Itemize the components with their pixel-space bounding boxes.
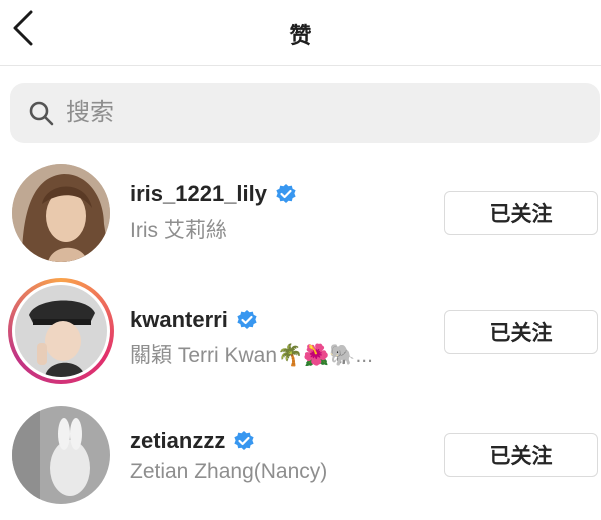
following-button[interactable]: 已关注 bbox=[444, 310, 598, 354]
top-bar: 赞 bbox=[0, 0, 601, 66]
page-title: 赞 bbox=[289, 23, 312, 48]
avatar[interactable] bbox=[12, 406, 110, 504]
verified-badge-icon bbox=[236, 309, 258, 331]
username[interactable]: iris_1221_lily bbox=[130, 181, 297, 207]
following-button[interactable]: 已关注 bbox=[444, 433, 598, 477]
list-item[interactable]: zetianzzz Zetian Zhang(Nancy) 已关注 bbox=[0, 400, 601, 520]
search-icon bbox=[28, 99, 56, 127]
full-name: 關穎 Terri Kwan🌴🌺🐘... bbox=[130, 344, 373, 367]
full-name: Iris 艾莉絲 bbox=[130, 219, 227, 242]
list-item[interactable]: kwanterri 關穎 Terri Kwan🌴🌺🐘... 已关注 bbox=[0, 275, 601, 395]
search-bar[interactable] bbox=[10, 83, 600, 143]
full-name: Zetian Zhang(Nancy) bbox=[130, 460, 328, 483]
verified-badge-icon bbox=[233, 430, 255, 452]
username[interactable]: zetianzzz bbox=[130, 428, 255, 454]
avatar[interactable] bbox=[12, 164, 110, 262]
following-button[interactable]: 已关注 bbox=[444, 191, 598, 235]
search-input[interactable] bbox=[64, 98, 548, 128]
list-item[interactable]: iris_1221_lily Iris 艾莉絲 已关注 bbox=[0, 155, 601, 275]
story-ring bbox=[12, 282, 110, 380]
avatar[interactable] bbox=[8, 278, 114, 384]
verified-badge-icon bbox=[275, 183, 297, 205]
username[interactable]: kwanterri bbox=[130, 307, 258, 333]
